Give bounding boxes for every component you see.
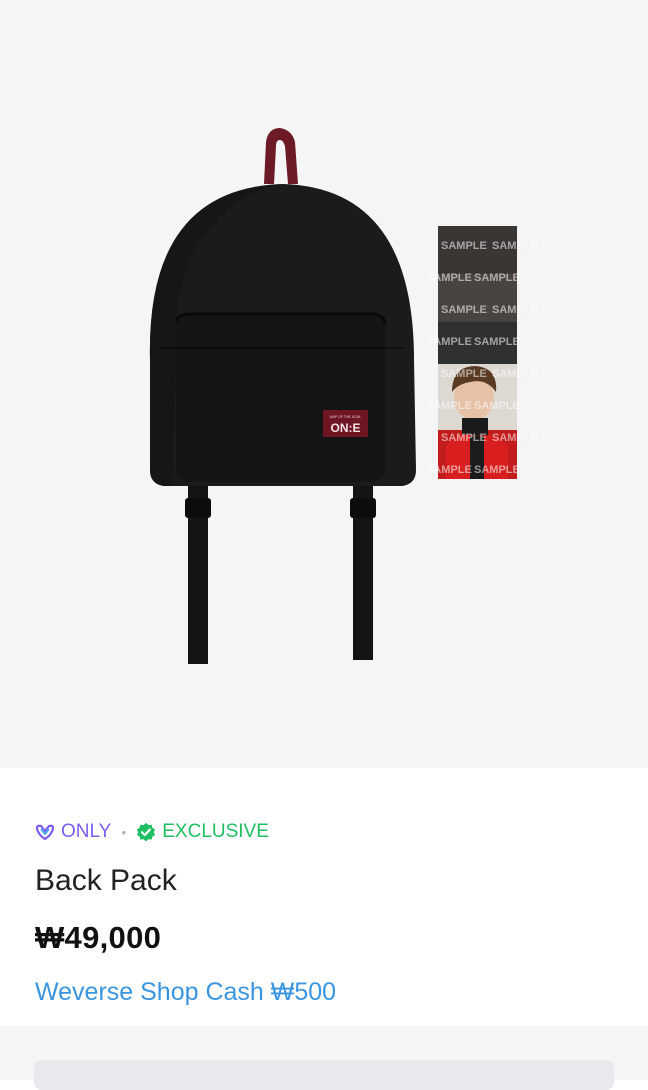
patch-small-text: MAP OF THE SOUL bbox=[330, 415, 362, 419]
svg-text:SAMPLE: SAMPLE bbox=[492, 240, 538, 252]
exclusive-badge: EXCLUSIVE bbox=[136, 821, 269, 843]
svg-text:SAMPLE: SAMPLE bbox=[426, 336, 472, 348]
svg-text:SAMPLE: SAMPLE bbox=[474, 464, 520, 476]
svg-text:SAMPLE: SAMPLE bbox=[492, 368, 538, 380]
svg-text:SAMPLE: SAMPLE bbox=[492, 432, 538, 444]
shop-cash-reward[interactable]: Weverse Shop Cash ₩500 bbox=[35, 978, 336, 1007]
svg-text:SAMPLE: SAMPLE bbox=[441, 304, 487, 316]
patch-large-text: ON:E bbox=[331, 421, 361, 435]
option-select-box[interactable] bbox=[34, 1060, 614, 1090]
svg-text:SAMPLE: SAMPLE bbox=[441, 240, 487, 252]
product-price: ₩49,000 bbox=[35, 920, 162, 955]
only-label: ONLY bbox=[61, 821, 112, 842]
badge-separator: • bbox=[121, 824, 127, 840]
product-image: MAP OF THE SOUL ON:E SAMPLE SAMPLE SAMPL… bbox=[149, 128, 538, 664]
svg-text:SAMPLE: SAMPLE bbox=[474, 400, 520, 412]
svg-text:SAMPLE: SAMPLE bbox=[426, 272, 472, 284]
svg-text:SAMPLE: SAMPLE bbox=[426, 464, 472, 476]
weverse-only-icon bbox=[35, 824, 55, 840]
svg-text:SAMPLE: SAMPLE bbox=[426, 400, 472, 412]
svg-text:SAMPLE: SAMPLE bbox=[474, 336, 520, 348]
product-title: Back Pack bbox=[35, 864, 177, 897]
exclusive-label: EXCLUSIVE bbox=[162, 821, 269, 842]
photocard-strip: SAMPLE SAMPLE SAMPLE SAMPLE SAMPLE SAMPL… bbox=[426, 226, 538, 479]
badge-row: ONLY • EXCLUSIVE bbox=[35, 820, 269, 844]
product-image-area[interactable]: MAP OF THE SOUL ON:E SAMPLE SAMPLE SAMPL… bbox=[0, 0, 648, 768]
svg-text:SAMPLE: SAMPLE bbox=[441, 432, 487, 444]
verified-badge-icon bbox=[137, 823, 156, 842]
only-badge: ONLY bbox=[35, 821, 111, 843]
svg-text:SAMPLE: SAMPLE bbox=[492, 304, 538, 316]
svg-text:SAMPLE: SAMPLE bbox=[474, 272, 520, 284]
svg-text:SAMPLE: SAMPLE bbox=[441, 368, 487, 380]
